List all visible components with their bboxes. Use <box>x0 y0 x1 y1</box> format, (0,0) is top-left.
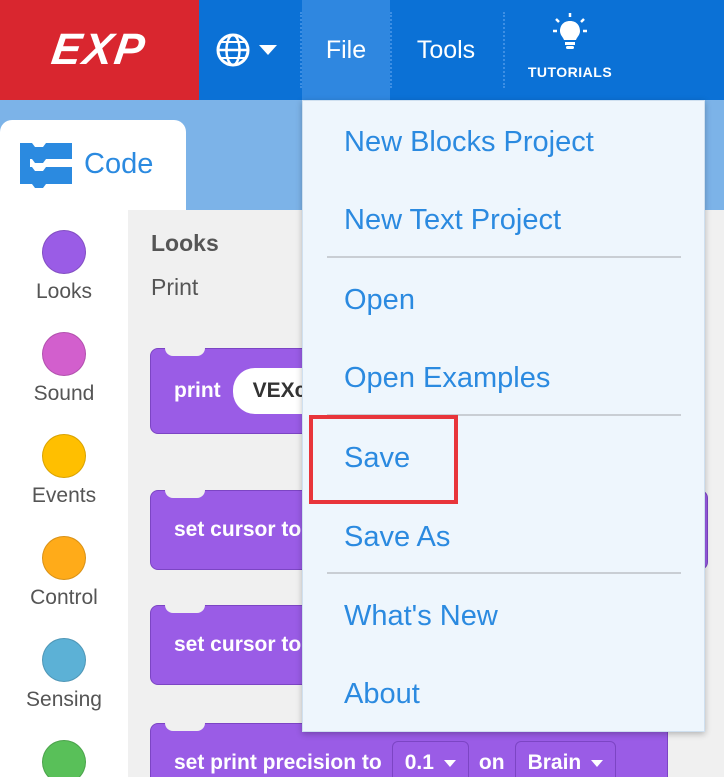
palette-subheading: Print <box>151 274 199 300</box>
brain-dropdown[interactable]: Brain <box>514 741 617 777</box>
code-blocks-icon <box>20 143 72 188</box>
category-label: Events <box>31 484 97 507</box>
chevron-down-icon <box>591 759 604 767</box>
menu-divider <box>327 256 681 258</box>
tutorials-button[interactable]: TUTORIALS <box>510 0 630 100</box>
tab-code[interactable]: Code <box>0 120 186 215</box>
category-dot <box>42 536 86 580</box>
menu-item-new-text-project[interactable]: New Text Project <box>344 204 561 237</box>
category-dot <box>42 332 86 376</box>
precision-value: 0.1 <box>404 751 434 774</box>
divider <box>503 12 505 88</box>
menu-item-open-examples[interactable]: Open Examples <box>344 362 550 395</box>
menu-divider <box>327 572 681 574</box>
category-events[interactable]: Events <box>0 434 128 508</box>
block-notch <box>165 605 205 613</box>
tutorials-label: TUTORIALS <box>527 64 613 80</box>
category-label: Sensing <box>26 688 102 711</box>
block-label-on: on <box>478 751 505 774</box>
category-dot <box>42 740 86 777</box>
precision-dropdown[interactable]: 0.1 <box>391 741 469 777</box>
save-highlight-box <box>309 415 458 504</box>
logo-text: EXP <box>49 25 151 74</box>
menu-item-new-blocks-project[interactable]: New Blocks Project <box>344 126 594 159</box>
brain-value: Brain <box>527 751 582 774</box>
category-dot <box>42 230 86 274</box>
category-operators[interactable] <box>0 740 128 777</box>
category-dot <box>42 638 86 682</box>
palette-heading: Looks <box>151 230 219 256</box>
block-notch <box>165 490 205 498</box>
top-bar: EXP File Tools TUTORIALS <box>0 0 724 100</box>
category-label: Looks <box>35 280 93 303</box>
category-label: Control <box>30 586 98 609</box>
lightbulb-icon <box>553 13 587 49</box>
category-dot <box>42 434 86 478</box>
menu-item-open[interactable]: Open <box>344 284 415 317</box>
language-button[interactable] <box>215 26 295 74</box>
category-control[interactable]: Control <box>0 536 128 610</box>
category-label: Sound <box>33 382 95 405</box>
menu-item-about[interactable]: About <box>344 678 420 711</box>
block-label: set print precision to <box>174 751 382 774</box>
file-menu-button[interactable]: File <box>302 0 390 100</box>
menu-item-whats-new[interactable]: What's New <box>344 600 498 633</box>
block-notch <box>165 723 205 731</box>
menu-item-save-as[interactable]: Save As <box>344 521 450 554</box>
block-label: print <box>174 379 221 402</box>
chevron-down-icon <box>443 759 456 767</box>
exp-logo[interactable]: EXP <box>0 0 199 100</box>
category-sound[interactable]: Sound <box>0 332 128 406</box>
category-sensing[interactable]: Sensing <box>0 638 128 712</box>
tools-menu-button[interactable]: Tools <box>388 0 504 100</box>
tab-code-label: Code <box>84 148 154 180</box>
category-sidebar: Looks Sound Events Control Sensing <box>0 210 128 777</box>
block-notch <box>165 348 205 356</box>
globe-icon <box>216 33 250 67</box>
chevron-down-icon <box>259 45 277 55</box>
category-looks[interactable]: Looks <box>0 230 128 304</box>
